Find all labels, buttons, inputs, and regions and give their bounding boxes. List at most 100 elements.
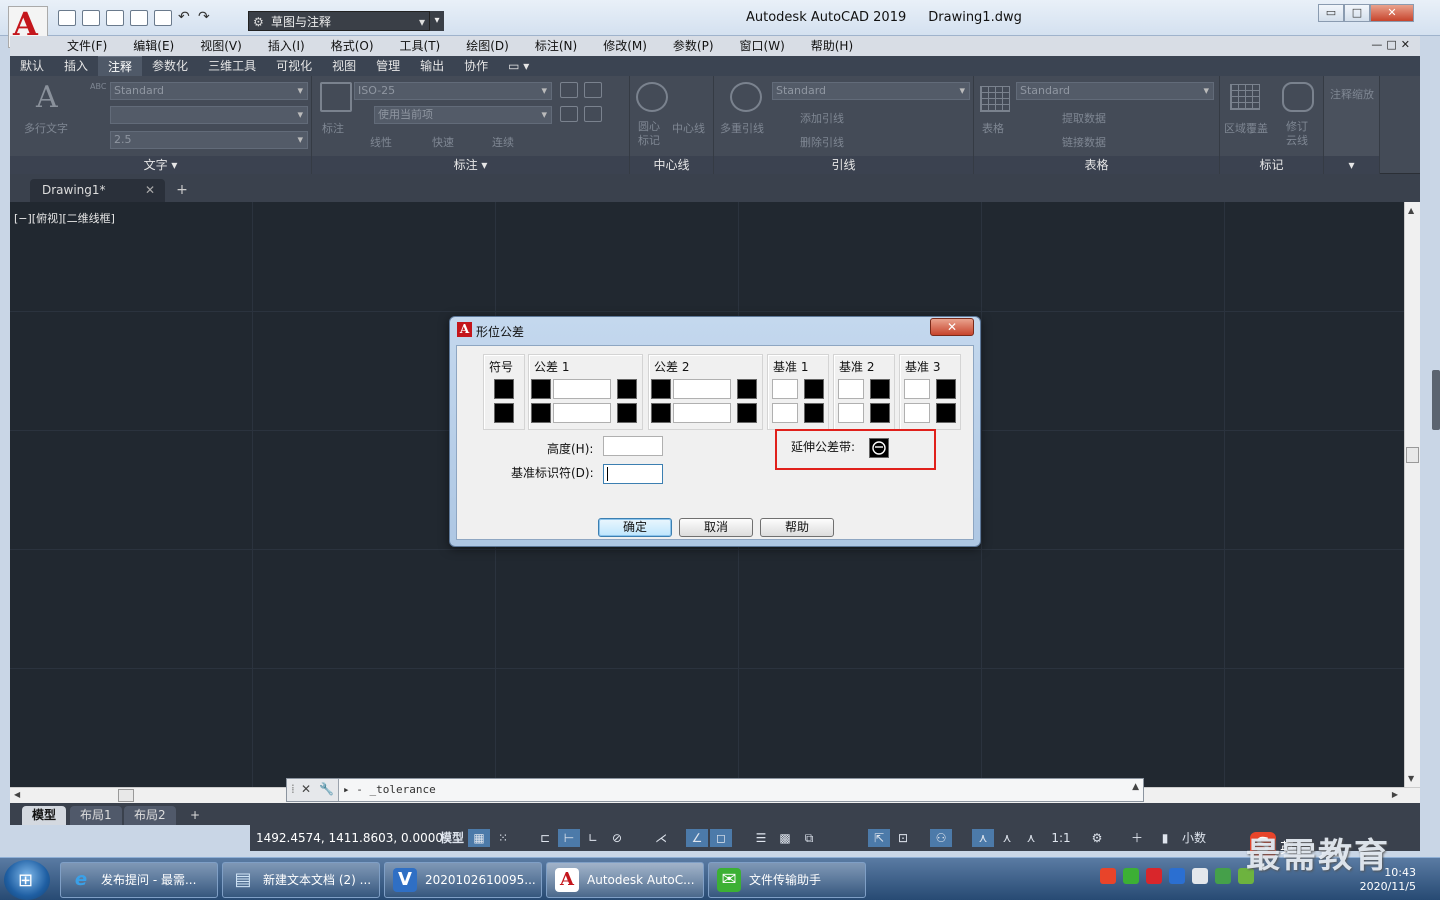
model-space-button[interactable]: 模型 [438, 829, 466, 847]
dim-tool-icon[interactable] [560, 106, 578, 122]
sogou-tray-icon[interactable] [1100, 868, 1116, 884]
tab-annotate[interactable]: 注释 [98, 56, 143, 76]
menu-window[interactable]: 窗口(W) [727, 36, 798, 56]
taskbar-item-autocad[interactable]: A Autodesk AutoC... [546, 862, 704, 898]
save-icon[interactable] [106, 10, 124, 26]
datum3-mc-1-swatch[interactable] [936, 379, 956, 399]
tab-collaborate[interactable]: 协作 [454, 56, 498, 76]
scroll-left-icon[interactable]: ◀ [14, 790, 20, 799]
tab-insert[interactable]: 插入 [54, 56, 98, 76]
datum2-mc-2-swatch[interactable] [870, 403, 890, 423]
isodraft-icon[interactable]: ⋌ [650, 829, 672, 847]
scroll-down-icon[interactable]: ▼ [1408, 774, 1414, 783]
tol1-value-2-input[interactable] [553, 403, 611, 423]
taskbar-item-notepad[interactable]: ▤ 新建文本文档 (2) ... [222, 862, 380, 898]
tab-visualize[interactable]: 可视化 [266, 56, 322, 76]
symbol-2-swatch[interactable] [494, 403, 514, 423]
customize-qat-button[interactable]: ▾ [430, 11, 444, 31]
dimension-panel-title[interactable]: 标注 ▾ [312, 156, 629, 174]
text-style-select[interactable]: Standard [110, 82, 308, 100]
annotation-visibility-icon[interactable]: ⋏ [972, 829, 994, 847]
text-panel-title[interactable]: 文字 ▾ [10, 156, 311, 174]
mleader-style-select[interactable]: Standard [772, 82, 970, 100]
properties-icon[interactable]: ▮ [1154, 829, 1176, 847]
dim-tool-icon[interactable] [560, 82, 578, 98]
plus-icon[interactable]: ＋ [1126, 829, 1148, 847]
add-leader-button[interactable]: 添加引线 [800, 110, 844, 126]
tab-layout1[interactable]: 布局1 [70, 806, 122, 825]
tol1-dia-1-swatch[interactable] [531, 379, 551, 399]
scroll-thumb[interactable] [118, 789, 134, 802]
add-layout-button[interactable]: + [180, 806, 210, 825]
weibo-tray-icon[interactable] [1146, 868, 1162, 884]
tab-layout2[interactable]: 布局2 [124, 806, 176, 825]
wipeout-icon[interactable] [1230, 84, 1260, 110]
scroll-right-icon[interactable]: ▶ [1392, 790, 1398, 799]
datum1-mc-2-swatch[interactable] [804, 403, 824, 423]
workspace-select[interactable]: 草图与注释 [248, 11, 430, 32]
datum3-value-2-input[interactable] [904, 403, 930, 423]
tol2-value-2-input[interactable] [673, 403, 731, 423]
wechat-tray-icon[interactable] [1123, 868, 1139, 884]
annotation-scaling-label[interactable]: 注释缩放 [1330, 86, 1374, 102]
dim-layer-select[interactable]: 使用当前项 [374, 106, 552, 124]
datum2-mc-1-swatch[interactable] [870, 379, 890, 399]
save-as-icon[interactable] [130, 10, 148, 26]
annotation-monitor-icon[interactable]: ⊡ [892, 829, 914, 847]
check-spelling-icon[interactable]: ABC [90, 82, 106, 91]
tab-3d-tools[interactable]: 三维工具 [198, 56, 266, 76]
object-snap-icon[interactable]: ◻ [710, 829, 732, 847]
command-input[interactable]: ▸ - _tolerance [343, 783, 436, 796]
dimension-icon[interactable] [320, 82, 352, 112]
menu-help[interactable]: 帮助(H) [798, 36, 866, 56]
tab-view[interactable]: 视图 [322, 56, 366, 76]
datum3-value-1-input[interactable] [904, 379, 930, 399]
menu-view[interactable]: 视图(V) [187, 36, 255, 56]
command-line-grip[interactable]: ⁞ ✕ 🔧 [287, 779, 339, 801]
document-window-controls[interactable]: —□✕ [1371, 38, 1414, 51]
tol2-mc-2-swatch[interactable] [737, 403, 757, 423]
datum2-value-2-input[interactable] [838, 403, 864, 423]
tol2-dia-2-swatch[interactable] [651, 403, 671, 423]
infer-constraints-icon[interactable]: ⊏ [534, 829, 556, 847]
datum1-value-2-input[interactable] [772, 403, 798, 423]
redo-icon[interactable]: ↷ [198, 10, 212, 26]
multileader-icon[interactable] [730, 82, 762, 112]
linear-dim-button[interactable]: 线性 [370, 134, 392, 150]
center-mark-icon[interactable] [636, 82, 668, 112]
new-file-icon[interactable] [58, 10, 76, 26]
tol1-value-1-input[interactable] [553, 379, 611, 399]
chevron-down-icon[interactable]: ▾ [1324, 156, 1379, 174]
table-icon[interactable] [980, 86, 1010, 112]
tab-output[interactable]: 输出 [410, 56, 454, 76]
dim-style-select[interactable]: ISO-25 [354, 82, 552, 100]
close-icon[interactable]: ✕ [301, 782, 311, 796]
annotation-scale-icon[interactable]: ⋏ [1020, 829, 1042, 847]
revision-cloud-icon[interactable] [1282, 82, 1314, 112]
menu-format[interactable]: 格式(O) [318, 36, 387, 56]
side-panel-handle[interactable] [1432, 370, 1440, 430]
auto-scale-icon[interactable]: ⋏ [996, 829, 1018, 847]
datum2-value-1-input[interactable] [838, 379, 864, 399]
quick-dim-button[interactable]: 快速 [432, 134, 454, 150]
scroll-thumb[interactable] [1406, 447, 1419, 463]
help-button[interactable]: 帮助 [760, 518, 834, 537]
object-snap-tracking-icon[interactable]: ∠ [686, 829, 708, 847]
wrench-icon[interactable]: 🔧 [319, 782, 334, 796]
menu-file[interactable]: 文件(F) [54, 36, 120, 56]
isolate-objects-icon[interactable]: ⚇ [930, 829, 952, 847]
datum1-value-1-input[interactable] [772, 379, 798, 399]
minimize-button[interactable]: ▭ [1318, 4, 1344, 22]
taskbar-item-wechat[interactable]: ✉ 文件传输助手 [708, 862, 866, 898]
tol1-mc-1-swatch[interactable] [617, 379, 637, 399]
grid-icon[interactable]: ▦ [468, 829, 490, 847]
lineweight-icon[interactable]: ☰ [750, 829, 772, 847]
tol1-mc-2-swatch[interactable] [617, 403, 637, 423]
open-file-icon[interactable] [82, 10, 100, 26]
cancel-button[interactable]: 取消 [679, 518, 753, 537]
transparency-icon[interactable]: ▩ [774, 829, 796, 847]
find-text-input[interactable] [110, 106, 308, 124]
menu-modify[interactable]: 修改(M) [590, 36, 660, 56]
menu-tools[interactable]: 工具(T) [387, 36, 454, 56]
maximize-button[interactable]: □ [1344, 4, 1370, 22]
